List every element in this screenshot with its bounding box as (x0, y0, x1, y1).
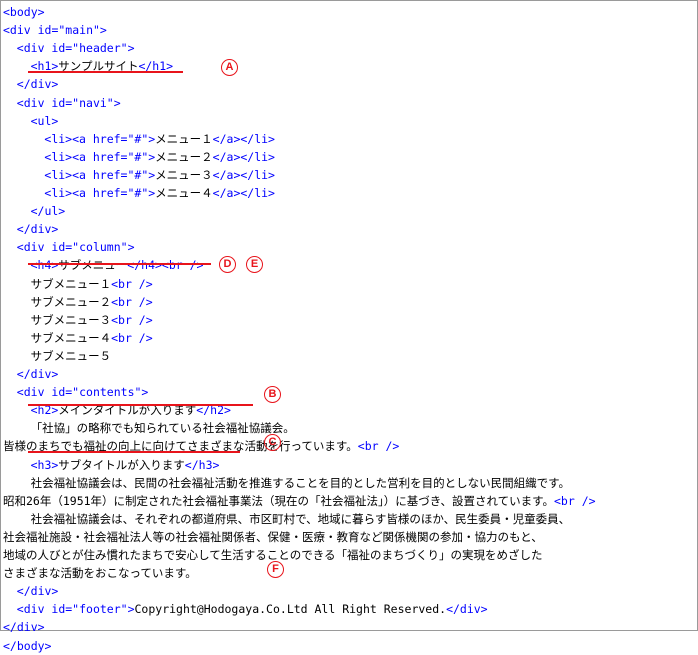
text-content: Copyright@Hodogaya.Co.Ltd All Right Rese… (134, 602, 447, 617)
text-content: サブメニュー１ (30, 276, 112, 291)
html-tag: <br /> (111, 312, 153, 327)
text-content: 「社協」の略称でも知られている社会福祉協議会。 (30, 421, 295, 436)
underline-h1 (28, 71, 183, 73)
text-content: 地域の人びとが住み慣れたまちで安心して生活することのできる「福祉のまちづくり」の… (3, 548, 543, 562)
code-line: サブメニュー５ (31, 347, 112, 365)
code-line: 社会福祉協議会は、それぞれの都道府県、市区町村で、地域に暮らす皆様のほか、民生委… (31, 510, 571, 528)
code-line: さまざまな活動をおこなっています。 (3, 564, 197, 582)
html-tag: <h3> (30, 457, 59, 472)
code-line: </ul> (31, 202, 66, 220)
underline-h2 (28, 404, 253, 406)
text-content: メニュー１ (155, 131, 213, 146)
html-tag: <br /> (111, 294, 153, 309)
html-tag: </div> (16, 584, 59, 599)
text-content: サブメニュー５ (30, 348, 112, 363)
html-tag: <li><a href="#"> (44, 167, 156, 182)
html-tag: </body> (3, 638, 52, 653)
html-tag: </a></li> (212, 131, 275, 146)
code-line: サブメニュー４<br /> (31, 329, 153, 347)
html-tag: <li><a href="#"> (44, 186, 156, 200)
code-line: </div> (17, 75, 59, 93)
code-line: <div id="column"> (17, 238, 135, 256)
html-tag: </a></li> (212, 167, 275, 182)
code-line: <div id="footer">Copyright@Hodogaya.Co.L… (17, 600, 488, 618)
code-line: 「社協」の略称でも知られている社会福祉協議会。 (31, 419, 295, 437)
code-line: </div> (17, 220, 59, 238)
code-line: <li><a href="#">メニュー２</a></li> (44, 148, 275, 166)
html-tag: <li><a href="#"> (44, 131, 156, 146)
text-content: サブメニュー２ (30, 294, 112, 309)
code-line: <div id="contents"> (17, 383, 149, 401)
underline-h4 (28, 263, 211, 265)
code-line: <div id="header"> (17, 39, 135, 57)
text-content: 社会福祉協議会は、民間の社会福祉活動を推進することを目的とした営利を目的としない… (30, 475, 570, 490)
code-line: <h3>サブタイトルが入ります</h3> (31, 456, 220, 474)
html-tag: <div id="navi"> (16, 95, 121, 110)
code-line: <div id="main"> (3, 21, 107, 39)
text-content: 昭和26年（1951年）に制定された社会福祉事業法（現在の「社会福祉法」）に基づ… (3, 493, 554, 508)
marker-d: D (219, 256, 236, 273)
html-tag: <div id="column"> (16, 240, 135, 255)
marker-b: B (264, 386, 281, 403)
html-tag: <br /> (111, 276, 153, 291)
text-content: サブメニュー３ (30, 312, 112, 327)
text-content: 社会福祉協議会は、それぞれの都道府県、市区町村で、地域に暮らす皆様のほか、民生委… (30, 511, 571, 526)
code-line: サブメニュー３<br /> (31, 311, 153, 329)
html-tag: </div> (446, 602, 488, 617)
html-tag: <ul> (30, 113, 59, 128)
html-tag: </div> (16, 77, 59, 92)
html-tag: <body> (3, 5, 45, 19)
html-tag: </h3> (184, 457, 220, 472)
underline-h3 (28, 451, 240, 453)
html-tag: <li><a href="#"> (44, 149, 156, 164)
text-content: さまざまな活動をおこなっています。 (3, 566, 197, 581)
code-line: </div> (3, 618, 45, 636)
code-line: </div> (17, 365, 59, 383)
html-tag: <div id="header"> (16, 41, 135, 56)
code-line: <li><a href="#">メニュー３</a></li> (44, 166, 275, 184)
html-tag: </a></li> (212, 186, 275, 200)
html-tag: </div> (16, 222, 59, 237)
code-line: サブメニュー２<br /> (31, 293, 153, 311)
html-tag: <br /> (111, 330, 153, 345)
html-tag: <div id="footer"> (16, 602, 135, 617)
marker-c: C (264, 434, 281, 451)
html-tag: </div> (3, 620, 45, 635)
html-tag: </ul> (30, 204, 66, 219)
html-tag: <br /> (554, 493, 596, 508)
html-tag: </div> (16, 367, 59, 381)
code-line: </div> (17, 582, 59, 600)
code-line: </body> (3, 637, 51, 655)
marker-a: A (221, 59, 238, 76)
code-line: 昭和26年（1951年）に制定された社会福祉事業法（現在の「社会福祉法」）に基づ… (3, 492, 596, 510)
html-tag: </a></li> (212, 149, 275, 164)
html-tag: </h4><br /> (127, 258, 204, 273)
code-line: <li><a href="#">メニュー１</a></li> (44, 130, 275, 148)
text-content: メニュー３ (155, 167, 213, 182)
code-line: <div id="navi"> (17, 94, 121, 112)
html-tag: <div id="main"> (3, 23, 107, 38)
code-line: 社会福祉施設・社会福祉法人等の社会福祉関係者、保健・医療・教育など関係機関の参加… (3, 528, 543, 546)
html-tag: <div id="contents"> (16, 385, 149, 400)
text-content: メニュー４ (155, 186, 213, 200)
marker-e: E (246, 256, 263, 273)
code-line: <li><a href="#">メニュー４</a></li> (44, 184, 275, 202)
code-line: <body> (3, 3, 45, 21)
code-line: サブメニュー１<br /> (31, 275, 153, 293)
html-tag: <br /> (357, 439, 400, 454)
code-view: <body> <div id="main"> <div id="header"> <h… (0, 0, 698, 653)
code-line: 社会福祉協議会は、民間の社会福祉活動を推進することを目的とした営利を目的としない… (31, 474, 570, 492)
text-content: サブタイトルが入ります (58, 457, 185, 472)
text-content: メニュー２ (155, 149, 213, 164)
html-tag: <h4> (30, 258, 59, 273)
code-line: <h4>サブメニュー</h4><br /> (31, 256, 204, 274)
text-content: サブメニュー (58, 258, 128, 273)
text-content: 社会福祉施設・社会福祉法人等の社会福祉関係者、保健・医療・教育など関係機関の参加… (3, 529, 543, 544)
code-line: <ul> (31, 112, 59, 130)
marker-f: F (267, 561, 284, 578)
text-content: サブメニュー４ (30, 330, 112, 345)
